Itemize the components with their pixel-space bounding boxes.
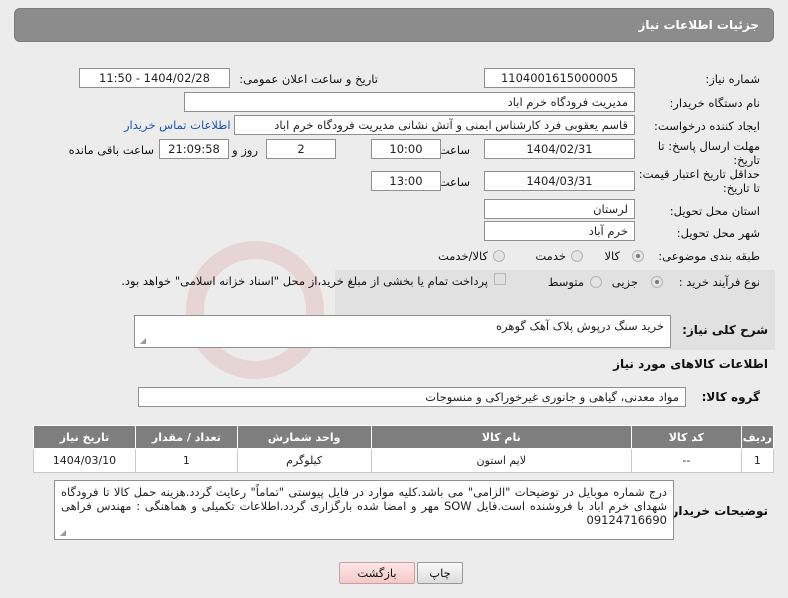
days-field: 2 [266,139,336,159]
price-date-field: 1404/03/31 [484,171,635,191]
process-radio-medium[interactable] [590,276,602,288]
province-label: استان محل تحویل: [669,204,760,218]
category-radio-goods-service[interactable] [493,250,505,262]
table-header-row: ردیف کد کالا نام کالا واحد شمارش تعداد /… [33,425,775,449]
description-label: شرح کلی نیاز: [682,323,768,337]
price-validity-label-date: تا تاریخ: [722,181,760,195]
description-field: خرید سنگ درپوش پلاک آهک گوهره ◢ [134,315,671,348]
col-row-number: ردیف [740,425,775,449]
cell-unit: کیلوگرم [236,448,372,473]
price-time-label: ساعت [438,175,470,189]
category-radio-service[interactable] [571,250,583,262]
buyer-notes-field: درج شماره موبایل در توضیحات "الزامی" می … [54,480,674,540]
buyer-notes-text: درج شماره موبایل در توضیحات "الزامی" می … [61,485,668,527]
announce-label: تاریخ و ساعت اعلان عمومی: [239,72,378,86]
col-item-name: نام کالا [370,425,633,449]
category-label: طبقه بندی موضوعی: [658,249,760,263]
col-unit: واحد شمارش [236,425,372,449]
category-option-service: خدمت [535,249,566,263]
process-radio-partial[interactable] [651,276,663,288]
category-option-goods: کالا [604,249,620,263]
reply-date-field: 1404/02/31 [484,139,635,159]
goods-group-label: گروه کالا: [701,390,760,404]
buyer-org-field: مدیریت فرودگاه خرم اباد [184,92,635,112]
announce-field: 1404/02/28 - 11:50 [79,68,230,88]
reply-deadline-label: مهلت ارسال پاسخ: تا [657,139,760,153]
goods-section-title: اطلاعات کالاهای مورد نیاز [613,357,768,371]
category-radio-goods[interactable] [632,250,644,262]
buyer-org-label: نام دستگاه خریدار: [669,96,760,110]
treasury-payment-checkbox[interactable] [494,273,506,285]
print-button[interactable]: چاپ [417,562,463,584]
process-option-partial: جزیی [611,275,638,289]
days-label: روز و [232,143,258,157]
reply-time-label: ساعت [438,143,470,157]
cell-item-code: -- [631,448,742,473]
remaining-time-field: 21:09:58 [159,139,229,159]
treasury-payment-note: پرداخت تمام یا بخشی از مبلغ خرید،از محل … [121,274,488,288]
cell-row-number: 1 [740,448,775,473]
buyer-notes-label: توضیحات خریدار: [666,504,768,518]
reply-deadline-label-date: تاریخ: [733,153,760,167]
page-title: جزئیات اطلاعات نیاز [638,18,759,32]
remaining-label: ساعت باقی مانده [68,143,154,157]
contact-info-link[interactable]: اطلاعات تماس خریدار [124,118,231,132]
price-time-field: 13:00 [371,171,441,191]
goods-group-field: مواد معدنی، گیاهی و جانوری غیرخوراکی و م… [138,387,686,407]
city-label: شهر محل تحویل: [676,226,760,240]
reply-time-field: 10:00 [371,139,441,159]
notes-resize-grip-icon[interactable]: ◢ [58,529,66,537]
cell-quantity: 1 [134,448,238,473]
back-button[interactable]: بازگشت [339,562,415,584]
col-item-code: کد کالا [631,425,742,449]
province-field: لرستان [484,199,635,219]
need-number-field: 1104001615000005 [484,68,635,88]
creator-label: ایجاد کننده درخواست: [654,119,760,133]
city-field: خرم آباد [484,221,635,241]
cell-item-name: لایم استون [370,448,633,473]
need-number-label: شماره نیاز: [705,72,760,86]
process-type-label: نوع فرآیند خرید : [678,275,760,289]
col-need-date: تاریخ نیاز [33,425,136,449]
table-row[interactable]: 1 -- لایم استون کیلوگرم 1 1404/03/10 [33,448,775,473]
price-validity-label: حداقل تاریخ اعتبار قیمت: [638,167,760,181]
header-bar: جزئیات اطلاعات نیاز [14,8,774,42]
col-quantity: تعداد / مقدار [134,425,238,449]
process-option-medium: متوسط [547,275,584,289]
category-option-goods-service: کالا/خدمت [437,249,488,263]
resize-grip-icon[interactable]: ◢ [138,337,146,345]
items-table: ردیف کد کالا نام کالا واحد شمارش تعداد /… [33,425,775,473]
description-text: خرید سنگ درپوش پلاک آهک گوهره [496,319,664,333]
creator-field: قاسم یعقوبی فرد کارشناس ایمنی و آتش نشان… [234,115,635,135]
cell-need-date: 1404/03/10 [33,448,136,473]
